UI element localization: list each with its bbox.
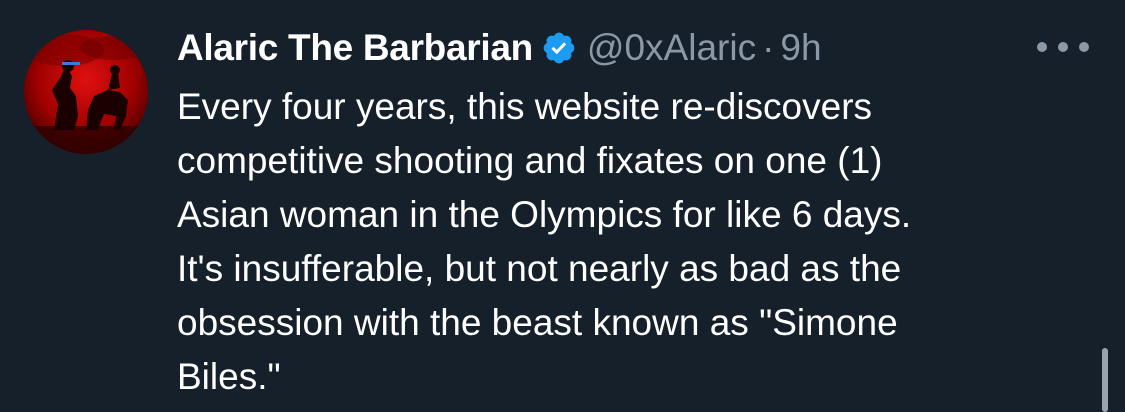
separator-dot: · — [762, 27, 775, 68]
author-display-name[interactable]: Alaric The Barbarian — [177, 27, 533, 69]
more-dot-1 — [1037, 42, 1047, 52]
tweet-text: Every four years, this website re-discov… — [177, 86, 912, 397]
tweet-timestamp[interactable]: 9h — [780, 27, 821, 69]
tweet-header: Alaric The Barbarian @0xAlaric · 9h — [177, 22, 822, 74]
more-options-icon[interactable] — [1031, 32, 1095, 62]
avatar[interactable] — [24, 30, 148, 154]
author-handle[interactable]: @0xAlaric — [587, 27, 756, 69]
avatar-image — [24, 30, 148, 154]
more-dot-3 — [1079, 42, 1089, 52]
tweet[interactable]: Alaric The Barbarian @0xAlaric · 9h Ever… — [0, 0, 1125, 412]
verified-badge-icon — [541, 30, 577, 66]
more-dot-2 — [1058, 42, 1068, 52]
scrollbar[interactable] — [1102, 348, 1108, 412]
